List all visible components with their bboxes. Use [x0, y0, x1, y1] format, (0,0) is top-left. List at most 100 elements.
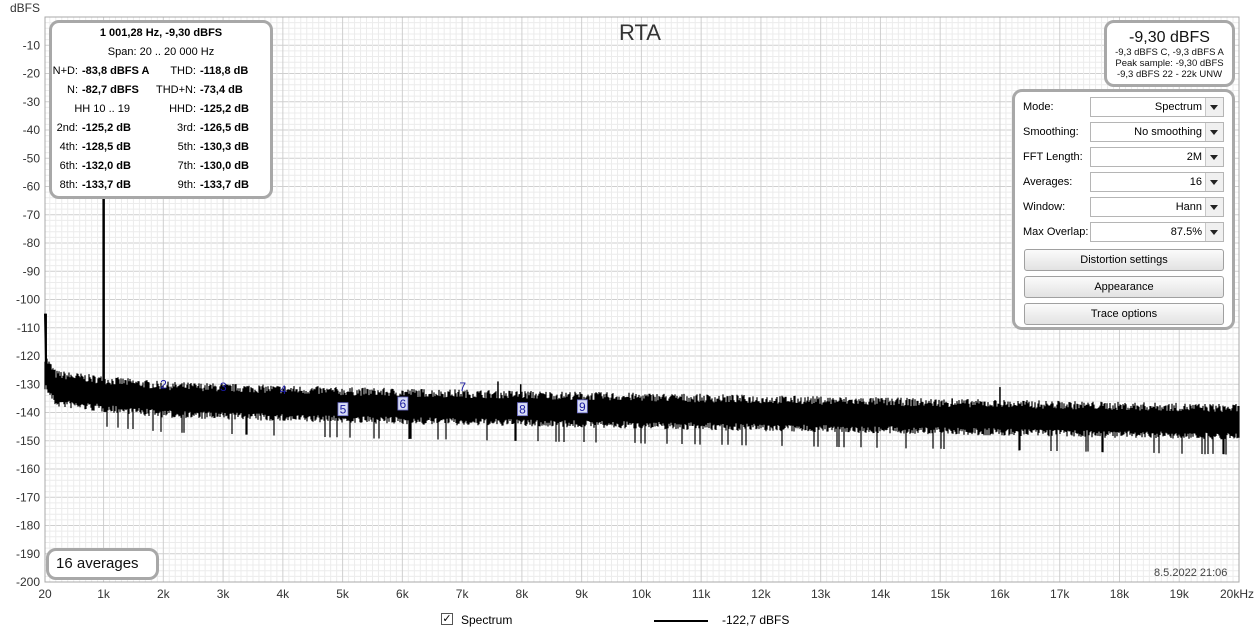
distortion-label: 6th:: [59, 160, 78, 172]
max-overlap-label: Max Overlap:: [1023, 226, 1089, 238]
y-tick-label: -60: [23, 180, 41, 194]
max-overlap-value: 87.5%: [1170, 226, 1202, 238]
x-tick-label: 12k: [751, 587, 771, 601]
distortion-label: 4th:: [59, 141, 78, 153]
x-tick-label: 15k: [931, 587, 951, 601]
x-tick-label: 5k: [336, 587, 350, 601]
chevron-down-icon[interactable]: [1205, 198, 1223, 216]
distortion-label: HH 10 .. 19: [74, 103, 130, 115]
harmonic-marker-label: 4: [280, 383, 287, 397]
y-tick-label: -160: [16, 462, 40, 476]
distortion-label: 7th:: [177, 160, 196, 172]
averages-label: Averages:: [1023, 176, 1073, 188]
checkmark-icon: ✓: [442, 613, 452, 625]
x-tick-label: 19k: [1170, 587, 1190, 601]
x-tick-label: 13k: [811, 587, 831, 601]
mode-label: Mode:: [1023, 101, 1054, 113]
smoothing-select[interactable]: No smoothing: [1090, 122, 1224, 142]
peak-sample-readout: Peak sample: -9,30 dBFS: [1115, 58, 1224, 69]
level-main-value: -9,30 dBFS: [1129, 29, 1210, 46]
window-label: Window:: [1023, 201, 1066, 213]
x-tick-label: 10k: [632, 587, 652, 601]
y-tick-label: -50: [23, 151, 41, 165]
max-overlap-select[interactable]: 87.5%: [1090, 222, 1224, 242]
window-value: Hann: [1175, 201, 1202, 213]
chart-title: RTA: [619, 20, 661, 45]
chevron-down-icon[interactable]: [1205, 173, 1223, 191]
distortion-value: -73,4 dB: [200, 84, 243, 96]
y-axis-unit-label: dBFS: [10, 1, 41, 15]
y-tick-label: -130: [16, 377, 40, 391]
distortion-readout-panel: 1 001,28 Hz, -9,30 dBFS Span: 20 .. 20 0…: [49, 20, 273, 199]
setting-row-mode: Mode: Spectrum: [1023, 97, 1228, 117]
x-tick-label: 16k: [990, 587, 1010, 601]
distortion-value: -132,0 dB: [82, 160, 131, 172]
y-tick-label: -80: [23, 236, 41, 250]
averages-select[interactable]: 16: [1090, 172, 1224, 192]
appearance-button[interactable]: Appearance: [1024, 276, 1224, 298]
harmonic-marker-label: 2: [160, 377, 167, 391]
x-tick-label: 9k: [575, 587, 589, 601]
harmonic-marker-label: 7: [459, 380, 466, 394]
x-tick-label: 3k: [217, 587, 231, 601]
window-select[interactable]: Hann: [1090, 197, 1224, 217]
distortion-label: 5th:: [177, 141, 196, 153]
x-tick-label: 8k: [516, 587, 530, 601]
chevron-down-icon[interactable]: [1205, 148, 1223, 166]
y-tick-label: -20: [23, 67, 41, 81]
legend-series-name: Spectrum: [461, 613, 513, 627]
y-tick-label: -100: [16, 293, 40, 307]
x-tick-label: 17k: [1050, 587, 1070, 601]
distortion-label: HHD:: [169, 103, 196, 115]
x-tick-label: 20kHz: [1220, 587, 1254, 601]
distortion-value: -83,8 dBFS A: [82, 65, 150, 77]
distortion-label: 8th:: [59, 179, 78, 191]
harmonic-marker-label: 9: [579, 400, 586, 414]
distortion-value: -118,8 dB: [200, 65, 249, 77]
setting-row-max-overlap: Max Overlap: 87.5%: [1023, 222, 1228, 242]
harmonic-marker-label: 3: [220, 380, 227, 394]
distortion-value: -133,7 dB: [200, 179, 249, 191]
harmonic-marker-label: 8: [519, 403, 526, 417]
distortion-row: N: -82,7 dBFS THD+N: -73,4 dB: [52, 84, 270, 103]
x-tick-label: 20: [38, 587, 52, 601]
mode-value: Spectrum: [1154, 101, 1202, 113]
x-tick-label: 4k: [277, 587, 291, 601]
distortion-label: THD:: [170, 65, 196, 77]
distortion-row: N+D: -83,8 dBFS A THD: -118,8 dB: [52, 65, 270, 84]
date-stamp: 8.5.2022 21:06: [1154, 567, 1228, 579]
averages-value: 16: [1189, 176, 1202, 188]
setting-row-averages: Averages: 16: [1023, 172, 1228, 192]
chevron-down-icon[interactable]: [1205, 98, 1223, 116]
y-tick-label: -180: [16, 519, 40, 533]
y-tick-label: -10: [23, 38, 41, 52]
legend-line-swatch: [654, 620, 708, 622]
fft-length-label: FFT Length:: [1023, 151, 1083, 163]
mode-select[interactable]: Spectrum: [1090, 97, 1224, 117]
distortion-label: 3rd:: [177, 122, 196, 134]
distortion-value: -125,2 dB: [82, 122, 131, 134]
x-tick-label: 14k: [871, 587, 891, 601]
y-tick-label: -150: [16, 434, 40, 448]
distortion-label: N:: [67, 84, 78, 96]
distortion-label: THD+N:: [156, 84, 197, 96]
setting-row-smoothing: Smoothing: No smoothing: [1023, 122, 1228, 142]
setting-row-fft-length: FFT Length: 2M: [1023, 147, 1228, 167]
x-tick-label: 1k: [97, 587, 111, 601]
x-tick-label: 18k: [1110, 587, 1130, 601]
chevron-down-icon[interactable]: [1205, 223, 1223, 241]
distortion-row: 8th: -133,7 dB 9th: -133,7 dB: [52, 179, 270, 198]
y-tick-label: -120: [16, 349, 40, 363]
x-tick-label: 2k: [157, 587, 171, 601]
chevron-down-icon[interactable]: [1205, 123, 1223, 141]
trace-options-button[interactable]: Trace options: [1024, 303, 1224, 325]
fundamental-readout: 1 001,28 Hz, -9,30 dBFS: [99, 27, 223, 39]
span-readout: Span: 20 .. 20 000 Hz: [107, 46, 215, 58]
fft-length-select[interactable]: 2M: [1090, 147, 1224, 167]
legend-series-value: -122,7 dBFS: [722, 613, 790, 627]
y-tick-label: -90: [23, 264, 41, 278]
distortion-value: -130,0 dB: [200, 160, 249, 172]
distortion-settings-button[interactable]: Distortion settings: [1024, 249, 1224, 271]
smoothing-value: No smoothing: [1134, 126, 1202, 138]
spectrum-legend-checkbox[interactable]: ✓: [441, 613, 453, 625]
